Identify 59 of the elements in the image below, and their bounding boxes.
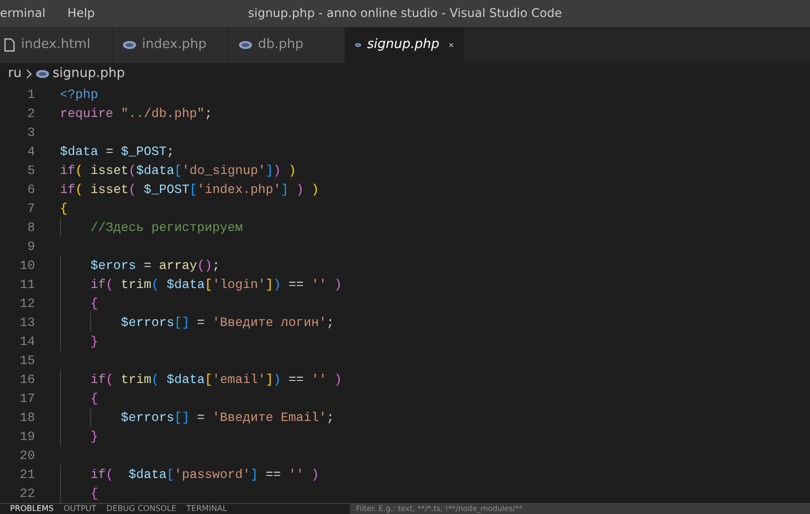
line-number: 3 bbox=[26, 124, 35, 142]
panel-tab[interactable]: PROBLEMS bbox=[0, 504, 54, 514]
editor-tab[interactable]: index.php bbox=[113, 27, 229, 63]
code-line: $errors[] = 'Введите Email'; bbox=[60, 408, 334, 427]
code-line: if( $data['password'] == '' ) bbox=[60, 465, 319, 484]
php-file-icon bbox=[36, 70, 49, 78]
line-number: 10 bbox=[18, 257, 35, 275]
code-line: { bbox=[60, 294, 98, 313]
code-line: } bbox=[60, 332, 98, 351]
file-icon bbox=[4, 38, 15, 52]
code-line: if( isset( $_POST['index.php'] ) ) bbox=[60, 181, 319, 199]
editor-tab[interactable]: signup.php bbox=[345, 27, 465, 63]
line-number: 2 bbox=[26, 105, 35, 123]
breadcrumb-item[interactable]: ru bbox=[8, 64, 22, 84]
code-line: if( trim( $data['email']) == '' ) bbox=[60, 370, 342, 389]
editor-tab[interactable]: index.html bbox=[0, 27, 113, 63]
line-number: 20 bbox=[18, 447, 35, 465]
line-number: 9 bbox=[26, 238, 35, 256]
php-file-icon bbox=[355, 41, 362, 49]
line-number: 7 bbox=[26, 200, 35, 218]
line-number: 21 bbox=[18, 466, 35, 484]
code-line: //Здесь регистрируем bbox=[60, 218, 243, 237]
line-number: 15 bbox=[18, 352, 35, 370]
panel-tab[interactable]: TERMINAL bbox=[176, 504, 228, 514]
code-line: $data = $_POST; bbox=[60, 143, 174, 161]
code-line: } bbox=[60, 427, 98, 446]
line-number: 4 bbox=[26, 143, 35, 161]
chevron-icon bbox=[26, 69, 32, 79]
php-file-icon bbox=[123, 41, 136, 49]
line-number: 11 bbox=[18, 276, 35, 294]
php-file-icon bbox=[239, 41, 252, 49]
line-number: 6 bbox=[26, 181, 35, 199]
code-line: <?php bbox=[60, 86, 98, 104]
code-line: $erors = array(); bbox=[60, 256, 220, 275]
menu-item[interactable]: Help bbox=[56, 0, 106, 27]
breadcrumb-item[interactable]: signup.php bbox=[52, 64, 125, 84]
panel-tab[interactable]: DEBUG CONSOLE bbox=[96, 504, 176, 514]
line-number: 17 bbox=[18, 390, 35, 408]
line-number: 13 bbox=[18, 314, 35, 332]
code-line: { bbox=[60, 200, 68, 218]
line-number: 14 bbox=[18, 333, 35, 351]
code-line: require "../db.php"; bbox=[60, 105, 212, 123]
panel-tab[interactable]: OUTPUT bbox=[54, 504, 96, 514]
line-number: 1 bbox=[26, 86, 35, 104]
line-number: 8 bbox=[26, 219, 35, 237]
editor-tab[interactable]: db.php bbox=[229, 27, 345, 63]
code-line: if( trim( $data['login']) == '' ) bbox=[60, 275, 342, 294]
code-line: $errors[] = 'Введите логин'; bbox=[60, 313, 334, 332]
menu-item[interactable]: erminal bbox=[0, 0, 56, 27]
code-line: if( isset($data['do_signup']) ) bbox=[60, 162, 296, 180]
window-title: signup.php - anno online studio - Visual Studio Code bbox=[248, 5, 562, 22]
code-line: { bbox=[60, 389, 98, 408]
line-number: 5 bbox=[26, 162, 35, 180]
line-number: 19 bbox=[18, 428, 35, 446]
line-number: 12 bbox=[18, 295, 35, 313]
line-number: 22 bbox=[18, 485, 35, 503]
line-number: 16 bbox=[18, 371, 35, 389]
close-icon[interactable] bbox=[449, 40, 454, 50]
line-number: 18 bbox=[18, 409, 35, 427]
